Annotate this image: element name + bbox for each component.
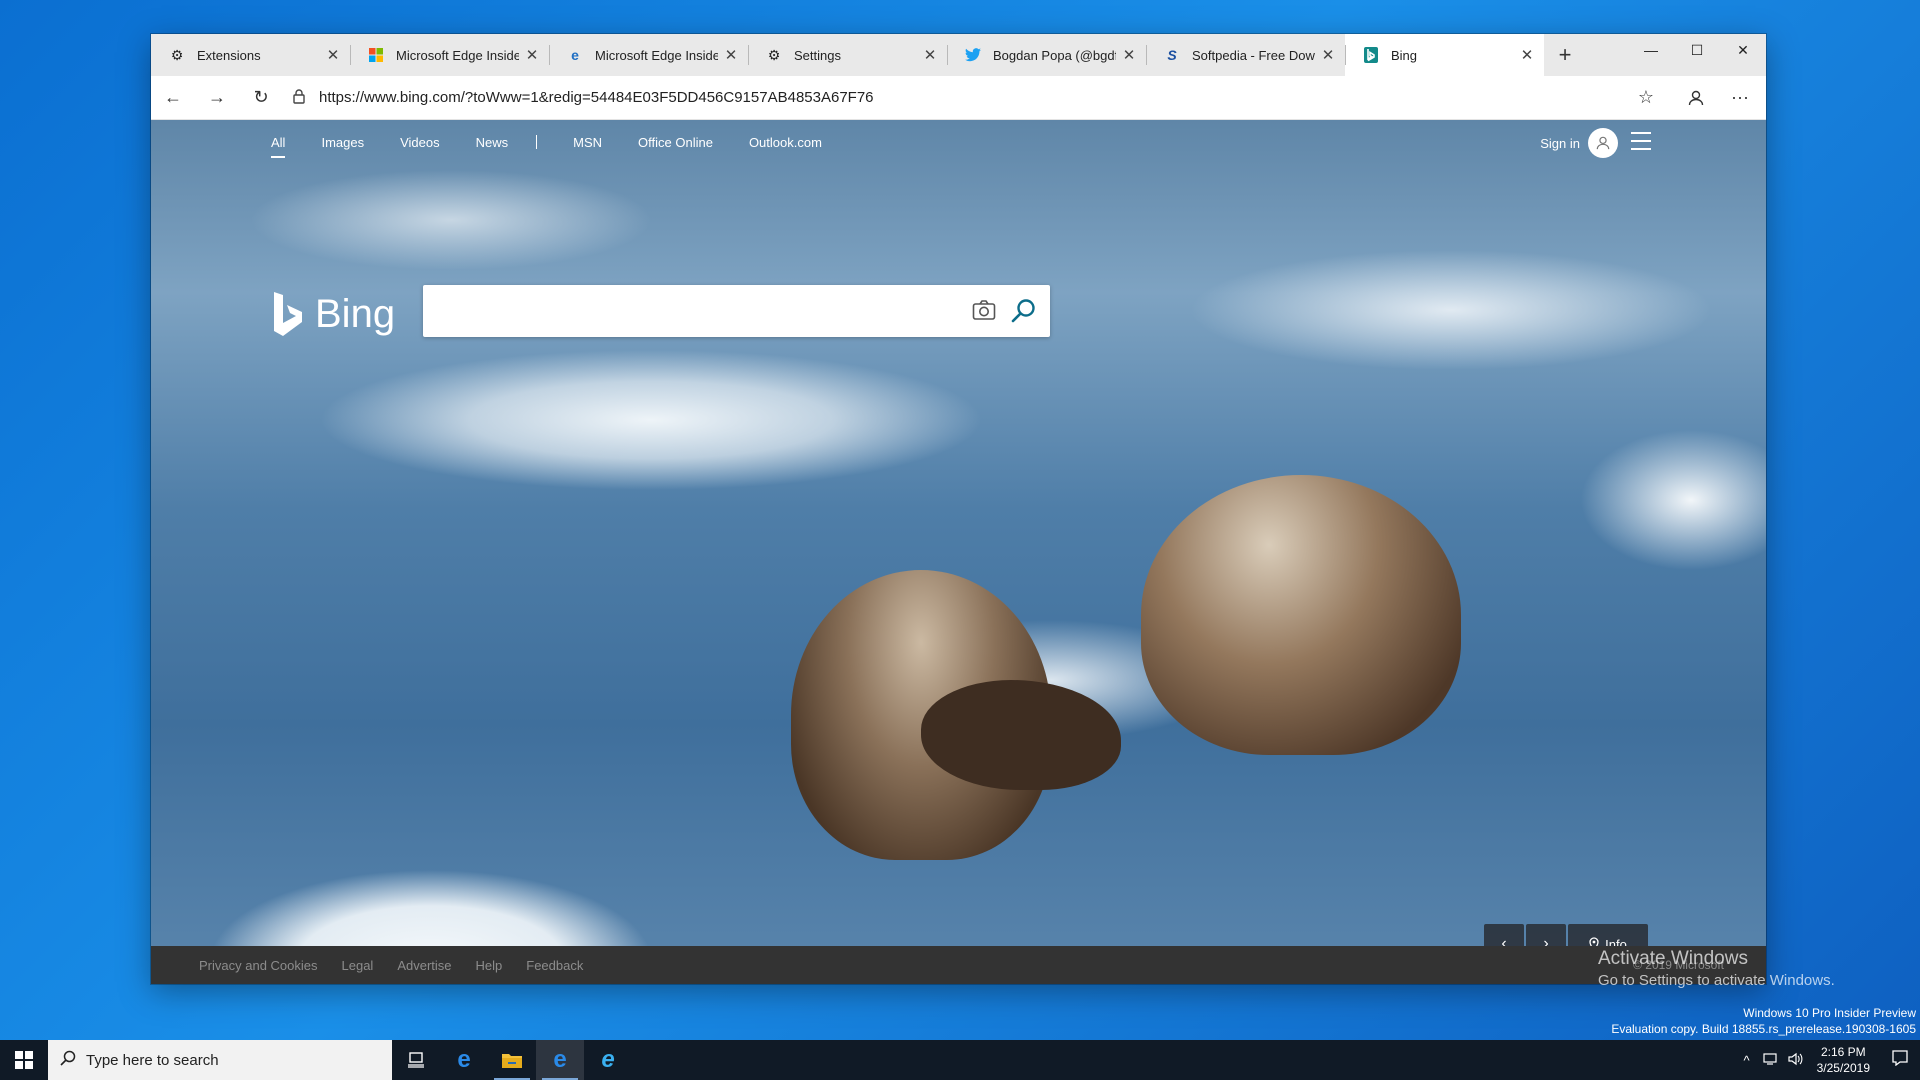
clock-date: 3/25/2019 [1816, 1061, 1870, 1075]
nav-msn[interactable]: MSN [573, 135, 602, 150]
edition-text: Windows 10 Pro Insider Preview [1743, 1006, 1916, 1020]
taskbar-search-box[interactable]: Type here to search [48, 1040, 392, 1080]
file-explorer-icon[interactable] [488, 1040, 536, 1080]
activate-windows-watermark: Activate Windows Go to Settings to activ… [1598, 948, 1835, 992]
windows-start-icon[interactable] [0, 1040, 48, 1080]
nav-news[interactable]: News [476, 135, 509, 150]
forward-icon[interactable]: → [195, 76, 239, 120]
maximize-icon[interactable]: ☐ [1674, 34, 1720, 66]
edge-icon: e [571, 47, 579, 63]
bing-scope-nav: All Images Videos News MSN Office Online… [151, 120, 1766, 164]
camera-icon[interactable] [972, 299, 996, 321]
tab-title: Bogdan Popa (@bgdftw) [993, 47, 1116, 63]
gear-icon: ⚙ [767, 46, 781, 63]
twitter-icon [965, 47, 981, 63]
browser-window: ⚙ Extensions ✕ Microsoft Edge Insider A … [151, 34, 1766, 984]
nav-divider [536, 135, 538, 149]
close-icon[interactable]: ✕ [1120, 46, 1138, 64]
nav-outlook[interactable]: Outlook.com [749, 135, 822, 150]
internet-explorer-icon[interactable]: e [584, 1040, 632, 1080]
bing-logo-text: Bing [315, 291, 396, 336]
network-icon[interactable] [1759, 1052, 1783, 1069]
browser-toolbar: ← → ↻ https://www.bing.com/?toWww=1&redi… [151, 76, 1766, 120]
microsoft-logo-icon [368, 47, 384, 63]
profile-icon[interactable] [1674, 76, 1718, 120]
close-window-icon[interactable]: ✕ [1720, 34, 1766, 66]
tab-title: Bing [1391, 47, 1418, 63]
address-bar[interactable]: https://www.bing.com/?toWww=1&redig=5448… [283, 81, 1624, 115]
search-icon[interactable] [1010, 297, 1038, 325]
tab-title: Settings [794, 47, 841, 63]
tab-twitter[interactable]: Bogdan Popa (@bgdftw) ✕ [947, 34, 1146, 76]
softpedia-icon: S [1167, 47, 1177, 63]
more-menu-icon[interactable]: ··· [1718, 76, 1762, 120]
bing-logo[interactable]: Bing [271, 290, 395, 338]
hamburger-menu-icon[interactable] [1631, 132, 1651, 150]
clock[interactable]: 2:16 PM 3/25/2019 [1817, 1044, 1870, 1076]
close-icon[interactable]: ✕ [523, 46, 541, 64]
bing-icon [1363, 47, 1379, 63]
new-tab-button[interactable]: + [1544, 34, 1586, 76]
close-icon[interactable]: ✕ [324, 46, 342, 64]
volume-icon[interactable] [1783, 1052, 1807, 1069]
background-image-otter-paws [921, 680, 1121, 790]
gear-icon: ⚙ [170, 46, 184, 63]
tab-bing[interactable]: Bing ✕ [1345, 34, 1544, 76]
activate-subtitle: Go to Settings to activate Windows. [1598, 972, 1835, 989]
back-icon[interactable]: ← [151, 76, 195, 120]
tab-softpedia[interactable]: S Softpedia - Free Downlo ✕ [1146, 34, 1345, 76]
tab-edge-insider[interactable]: e Microsoft Edge Insider ✕ [549, 34, 748, 76]
footer-advertise-link[interactable]: Advertise [397, 958, 451, 973]
build-watermark: Windows 10 Pro Insider Preview Evaluatio… [1611, 1005, 1916, 1037]
bing-b-icon [274, 292, 302, 336]
footer-legal-link[interactable]: Legal [342, 958, 374, 973]
footer-feedback-link[interactable]: Feedback [526, 958, 583, 973]
edge-legacy-icon[interactable]: e [440, 1040, 488, 1080]
nav-office-online[interactable]: Office Online [638, 135, 713, 150]
tab-settings[interactable]: ⚙ Settings ✕ [748, 34, 947, 76]
tab-extensions[interactable]: ⚙ Extensions ✕ [151, 34, 350, 76]
tab-title: Extensions [197, 47, 261, 63]
activate-title: Activate Windows [1598, 948, 1748, 969]
bing-footer: Privacy and Cookies Legal Advertise Help… [151, 946, 1766, 984]
footer-privacy-link[interactable]: Privacy and Cookies [199, 958, 318, 973]
search-box[interactable] [423, 285, 1050, 337]
nav-images[interactable]: Images [321, 135, 364, 150]
footer-help-link[interactable]: Help [476, 958, 503, 973]
taskbar-search-placeholder: Type here to search [86, 1051, 219, 1069]
minimize-icon[interactable]: — [1628, 34, 1674, 66]
refresh-icon[interactable]: ↻ [239, 76, 283, 120]
background-image-otter-right [1141, 475, 1461, 755]
build-text: Evaluation copy. Build 18855.rs_prerelea… [1611, 1022, 1916, 1036]
favorite-star-icon[interactable]: ☆ [1624, 76, 1668, 120]
sign-in-label: Sign in [1540, 135, 1580, 151]
close-icon[interactable]: ✕ [1518, 46, 1536, 64]
chevron-up-icon[interactable]: ^ [1735, 1053, 1759, 1068]
edge-insider-icon[interactable]: e [536, 1040, 584, 1080]
tab-title: Microsoft Edge Insider [595, 47, 718, 63]
tab-strip: ⚙ Extensions ✕ Microsoft Edge Insider A … [151, 34, 1766, 76]
nav-all[interactable]: All [271, 135, 286, 158]
url-text[interactable]: https://www.bing.com/?toWww=1&redig=5448… [319, 89, 1624, 106]
nav-videos[interactable]: Videos [400, 135, 440, 150]
tab-title: Softpedia - Free Downlo [1192, 47, 1315, 63]
window-controls: — ☐ ✕ [1628, 34, 1766, 66]
system-tray: ^ 2:16 PM 3/25/2019 [1735, 1040, 1920, 1080]
tab-title: Microsoft Edge Insider A [396, 47, 519, 63]
close-icon[interactable]: ✕ [921, 46, 939, 64]
close-icon[interactable]: ✕ [722, 46, 740, 64]
lock-icon[interactable] [293, 88, 319, 107]
tab-edge-insider-a[interactable]: Microsoft Edge Insider A ✕ [350, 34, 549, 76]
sign-in-button[interactable]: Sign in [1540, 128, 1618, 158]
avatar-icon [1588, 128, 1618, 158]
bing-homepage: All Images Videos News MSN Office Online… [151, 120, 1766, 984]
taskbar: Type here to search e e e ^ 2:16 PM 3/25… [0, 1040, 1920, 1080]
search-input[interactable] [423, 285, 943, 337]
action-center-icon[interactable] [1880, 1049, 1920, 1071]
task-view-icon[interactable] [392, 1040, 440, 1080]
close-icon[interactable]: ✕ [1319, 46, 1337, 64]
clock-time: 2:16 PM [1820, 1045, 1866, 1059]
search-icon [60, 1050, 76, 1071]
